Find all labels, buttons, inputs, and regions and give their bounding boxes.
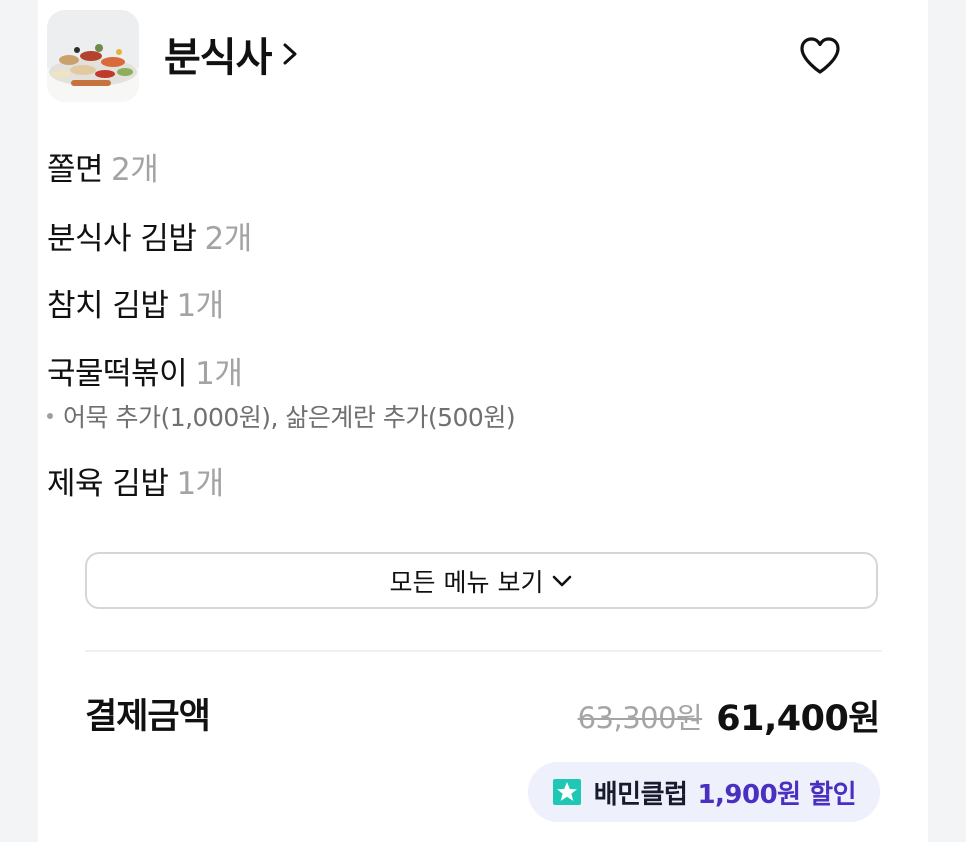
menu-item-name: 분식사 김밥 [47, 221, 197, 257]
club-name: 배민클럽 [593, 779, 688, 810]
menu-item-options: 어묵 추가(1,000원), 삶은계란 추가(500원) [47, 398, 516, 434]
payment-label: 결제금액 [85, 697, 211, 737]
view-all-menu-label: 모든 메뉴 보기 [389, 567, 544, 597]
favorite-button[interactable] [798, 35, 842, 77]
menu-item: 제육 김밥 1개 [47, 458, 224, 503]
menu-item-name: 국물떡볶이 [47, 356, 188, 392]
bullet-icon [47, 413, 53, 419]
menu-item-qty: 1개 [176, 466, 224, 502]
original-price: 63,300원 [577, 700, 703, 735]
chevron-down-icon [553, 575, 572, 586]
menu-item-qty: 1개 [176, 288, 224, 324]
club-star-icon [552, 779, 581, 805]
view-all-menu-button[interactable]: 모든 메뉴 보기 [85, 552, 878, 609]
menu-option-text: 어묵 추가(1,000원), 삶은계란 추가(500원) [63, 403, 516, 432]
club-discount-badge: 배민클럽 1,900원 할인 [527, 762, 880, 822]
club-discount-amount: 1,900원 할인 [697, 779, 856, 810]
menu-item: 참치 김밥 1개 [47, 280, 224, 325]
menu-item: 분식사 김밥 2개 [47, 213, 252, 258]
menu-item-qty: 1개 [195, 356, 243, 392]
menu-item-qty: 2개 [204, 221, 252, 257]
chevron-right-icon [283, 43, 297, 65]
price-row: 63,300원 61,400원 [577, 690, 881, 741]
final-price: 61,400원 [716, 699, 880, 739]
menu-item-name: 제육 김밥 [47, 466, 169, 502]
store-name-link[interactable]: 분식사 [164, 30, 299, 81]
food-spread-photo [47, 10, 139, 102]
store-name: 분식사 [164, 35, 272, 81]
store-header: 분식사 [47, 10, 842, 102]
divider [85, 650, 882, 652]
menu-item-name: 참치 김밥 [47, 288, 169, 324]
menu-item: 국물떡볶이 1개 [47, 348, 243, 393]
menu-item: 쫄면 2개 [47, 144, 159, 189]
store-thumbnail[interactable] [47, 10, 139, 102]
menu-item-qty: 2개 [111, 152, 159, 188]
menu-item-name: 쫄면 [47, 152, 104, 188]
heart-outline-icon [800, 37, 840, 74]
